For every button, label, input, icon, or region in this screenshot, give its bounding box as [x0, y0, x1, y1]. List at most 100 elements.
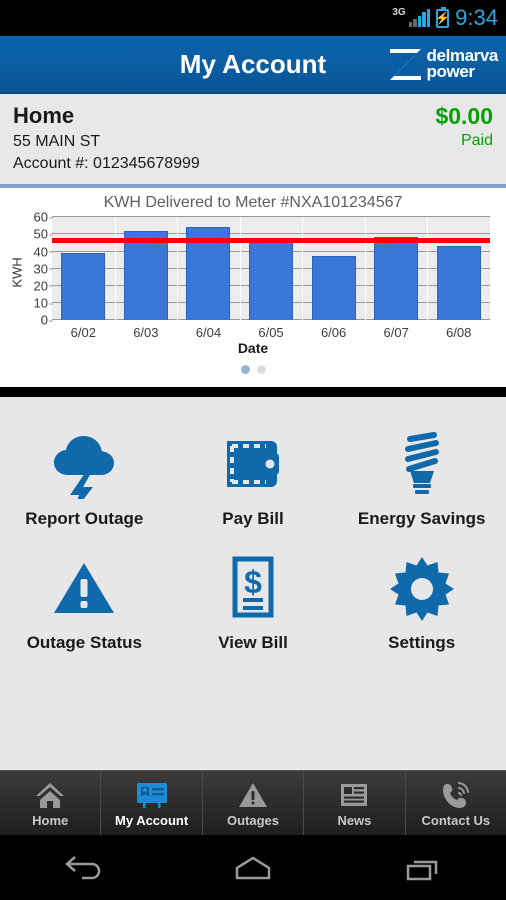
logo-line-2: power [426, 62, 475, 81]
recent-apps-icon[interactable] [377, 843, 467, 893]
tab-label: News [337, 812, 372, 828]
chart-y-axis-label: KWH [9, 257, 25, 288]
chart-y-tick: 0 [40, 312, 54, 328]
chart-bar-column [177, 217, 240, 321]
logo-wordmark: delmarva power [426, 47, 499, 81]
chart-plot-area: KWH 0 10 20 30 40 50 60 6/02 6/03 6/04 6/05 6/06 6/… [0, 210, 496, 342]
chart-bars [52, 217, 490, 321]
status-bar-clock: 9:34 [455, 5, 498, 30]
chart-y-tick: 50 [33, 226, 54, 242]
tab-home[interactable]: Home [0, 771, 102, 835]
app-title-bar: My Account delmarva power [0, 36, 506, 94]
page-dot-active[interactable] [240, 365, 250, 375]
account-status-badge: Paid [460, 132, 493, 149]
quick-actions-row-2: Outage Status $ View Bill Settings [0, 539, 506, 663]
chart-y-tick: 20 [33, 278, 54, 294]
account-summary-card[interactable]: Home 55 MAIN ST Account #: 012345678999 … [0, 94, 506, 189]
quick-action-energy-savings[interactable]: Energy Savings [337, 415, 506, 539]
quick-action-label: Outage Status [26, 633, 142, 652]
quick-actions-row-1: Report Outage Pay Bill Energy Savings [0, 415, 506, 539]
account-balance: $0.00 [435, 103, 493, 129]
warning-triangle-icon [237, 779, 269, 811]
tab-news[interactable]: News [304, 771, 406, 835]
chart-x-axis-ticks: 6/02 6/03 6/04 6/05 6/06 6/07 6/08 [52, 322, 490, 342]
chart-bar [436, 245, 481, 321]
quick-action-label: View Bill [218, 633, 288, 652]
account-balance-block: $0.00 Paid [435, 103, 493, 174]
chart-bar-column [115, 217, 178, 321]
storm-cloud-lightning-icon [48, 427, 120, 501]
tab-label: My Account [115, 812, 189, 828]
id-card-icon [135, 779, 169, 811]
gear-icon [386, 551, 458, 625]
chart-bar-column [52, 217, 115, 321]
tab-contact-us[interactable]: Contact Us [406, 771, 506, 835]
chart-y-tick: 10 [33, 295, 54, 311]
bill-document-icon: $ [217, 551, 289, 625]
chart-average-line [52, 238, 490, 244]
phone-icon [439, 779, 473, 811]
newspaper-icon [338, 779, 370, 811]
chart-bar-column [365, 217, 428, 321]
quick-action-report-outage[interactable]: Report Outage [0, 415, 169, 539]
quick-action-pay-bill[interactable]: Pay Bill [169, 415, 338, 539]
svg-text:$: $ [244, 564, 262, 600]
chart-bar [249, 241, 294, 321]
account-address: 55 MAIN ST [13, 133, 101, 150]
android-navigation-bar [0, 835, 506, 900]
tab-my-account[interactable]: My Account [101, 771, 203, 835]
chart-x-tick: 6/08 [446, 325, 472, 341]
chart-bar [61, 253, 106, 321]
home-icon [34, 779, 66, 811]
chart-bar-column [427, 217, 490, 321]
quick-actions-grid: Report Outage Pay Bill Energy Savings Ou… [0, 397, 506, 770]
quick-action-label: Report Outage [25, 509, 144, 528]
chart-x-tick: 6/03 [133, 325, 159, 341]
quick-action-outage-status[interactable]: Outage Status [0, 539, 169, 663]
chart-title: KWH Delivered to Meter #NXA101234567 [103, 194, 403, 212]
quick-action-label: Settings [388, 633, 456, 652]
warning-triangle-icon [48, 551, 120, 625]
quick-action-settings[interactable]: Settings [337, 539, 506, 663]
chart-x-tick: 6/07 [383, 325, 409, 341]
bottom-tab-bar: Home My Account Outages News Contact Us [0, 770, 506, 835]
quick-action-view-bill[interactable]: $ View Bill [169, 539, 338, 663]
quick-action-label: Energy Savings [357, 509, 486, 528]
status-bar-indicators: 3G ⚡ 9:34 [392, 5, 498, 30]
account-number: Account #: 012345678999 [13, 154, 200, 172]
home-pentagon-icon[interactable] [208, 843, 298, 893]
chart-bar [311, 255, 356, 321]
logo-mark-icon [389, 48, 421, 80]
chart-bar-column [302, 217, 365, 321]
chart-y-tick: 30 [33, 261, 54, 277]
wallet-icon [217, 427, 289, 501]
chart-y-tick: 60 [33, 209, 54, 225]
cfl-bulb-icon [386, 427, 458, 501]
chart-x-tick: 6/06 [320, 325, 347, 341]
signal-bars-icon [408, 9, 431, 27]
tab-outages[interactable]: Outages [203, 771, 305, 835]
battery-charging-icon: ⚡ [435, 6, 450, 28]
chart-bar [374, 236, 419, 321]
android-status-bar: 3G ⚡ 9:34 [0, 0, 506, 36]
tab-label: Outages [227, 812, 280, 828]
account-details: Home 55 MAIN ST Account #: 012345678999 [13, 103, 200, 174]
chart-x-tick: 6/04 [195, 325, 222, 341]
chart-y-tick: 40 [33, 244, 54, 260]
network-type-label: 3G [392, 7, 406, 18]
chart-x-axis-label: Date [237, 340, 269, 357]
tab-label: Home [32, 812, 69, 828]
chart-x-tick: 6/05 [258, 325, 284, 341]
chart-x-tick: 6/02 [70, 325, 96, 341]
quick-action-label: Pay Bill [222, 509, 284, 528]
chart-bar-column [240, 217, 303, 321]
chart-page-indicator[interactable] [0, 365, 506, 375]
back-arrow-icon[interactable] [39, 843, 129, 893]
page-dot[interactable] [256, 365, 266, 375]
usage-chart-card[interactable]: KWH Delivered to Meter #NXA101234567 KWH… [0, 188, 506, 388]
account-nickname: Home [13, 103, 75, 128]
delmarva-power-logo: delmarva power [389, 47, 499, 81]
app-root: 3G ⚡ 9:34 My Account delmarva power Home… [0, 0, 506, 900]
chart-plot: 0 10 20 30 40 50 60 [34, 210, 490, 328]
tab-label: Contact Us [421, 812, 491, 828]
